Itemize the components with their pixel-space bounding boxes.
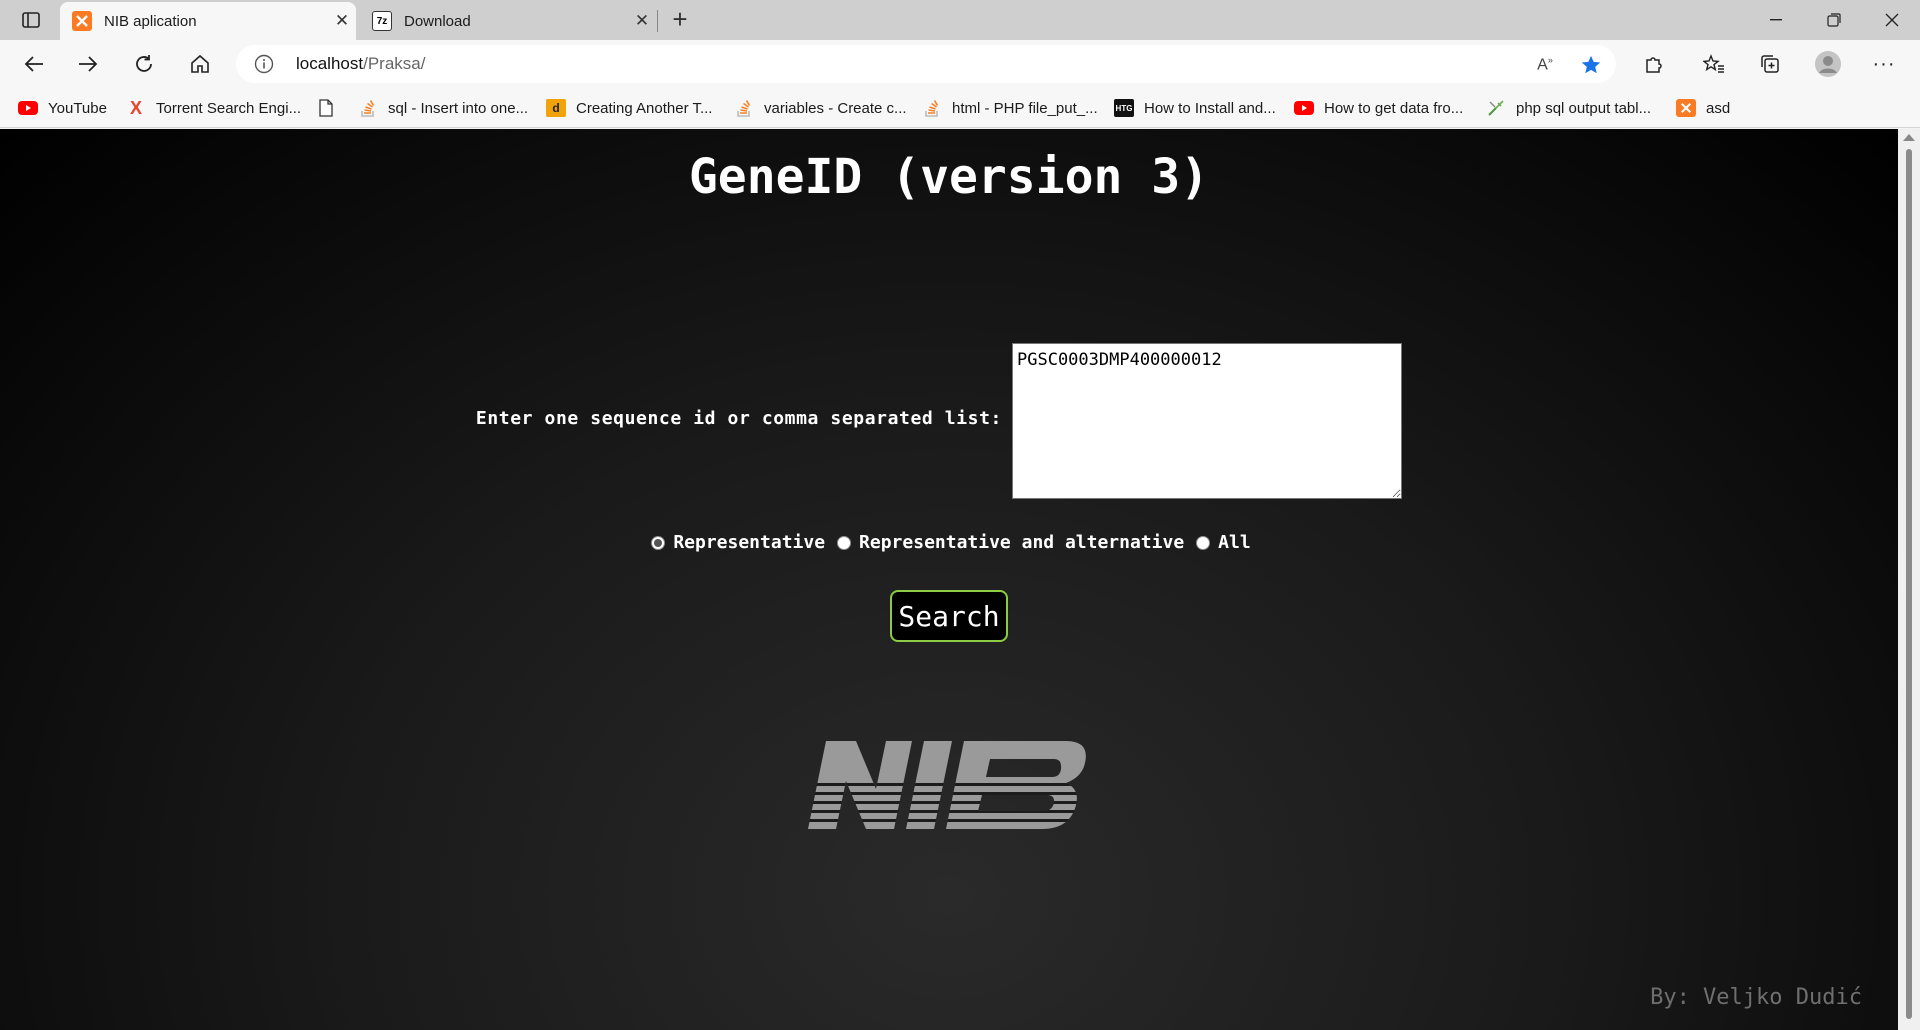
tool-icon [1486, 99, 1506, 117]
address-bar[interactable]: localhost/Praksa/ A» [236, 45, 1616, 83]
radio-representative-and-alternative[interactable] [837, 535, 852, 550]
d-icon: d [546, 99, 566, 117]
xampp-icon [72, 11, 92, 31]
forward-arrow-icon [79, 56, 98, 72]
extensions-button[interactable] [1636, 46, 1672, 82]
url-text[interactable]: localhost/Praksa/ [296, 54, 425, 74]
scroll-up-arrow-icon[interactable] [1903, 134, 1915, 141]
restore-icon [1827, 13, 1841, 27]
tab-separator [657, 10, 658, 32]
torrent-x-icon: X [129, 97, 142, 118]
favorites-button[interactable] [1696, 46, 1732, 82]
radio-label-representative: Representative [673, 532, 826, 553]
browser-toolbar: localhost/Praksa/ A» ··· [0, 40, 1920, 88]
xampp-icon [1676, 99, 1696, 117]
nib-logo [808, 741, 1086, 829]
back-button[interactable] [16, 46, 52, 82]
bookmark-creating-another[interactable]: d Creating Another T... [546, 96, 712, 120]
youtube-icon [1294, 99, 1314, 117]
bookmark-sql-insert[interactable]: sql - Insert into one... [358, 96, 528, 120]
restore-button[interactable] [1806, 0, 1862, 40]
tab-nib-aplication[interactable]: NIB aplication ✕ [60, 2, 356, 40]
collections-icon [1761, 55, 1779, 73]
collections-button[interactable] [1752, 46, 1788, 82]
tab-download[interactable]: 7z Download ✕ [360, 2, 656, 40]
home-button[interactable] [182, 46, 218, 82]
profile-button[interactable] [1810, 46, 1846, 82]
tab-actions-button[interactable] [14, 8, 48, 32]
htg-icon: HTG [1114, 99, 1134, 117]
radio-representative[interactable] [651, 535, 666, 550]
stackoverflow-icon [734, 99, 754, 117]
bookmark-torrent[interactable]: X Torrent Search Engi... [126, 96, 301, 120]
read-aloud-icon[interactable]: A» [1534, 54, 1556, 76]
bookmark-variables[interactable]: variables - Create c... [734, 96, 907, 120]
transcript-filter-radio-group: Representative Representative and altern… [0, 532, 1898, 553]
tab-actions-icon [22, 12, 40, 28]
bookmark-youtube[interactable]: YouTube [18, 96, 107, 120]
title-bar: NIB aplication ✕ 7z Download ✕ + [0, 0, 1920, 40]
bookmark-how-to-install[interactable]: HTG How to Install and... [1114, 96, 1276, 120]
radio-label-representative-and-alternative: Representative and alternative [859, 532, 1185, 553]
stackoverflow-icon [358, 99, 378, 117]
reload-icon [136, 55, 152, 72]
sequence-id-label: Enter one sequence id or comma separated… [475, 408, 1002, 429]
tab-title: NIB aplication [104, 12, 197, 30]
tab-title: Download [404, 12, 471, 30]
sequence-id-input[interactable]: PGSC0003DMP400000012 [1012, 343, 1402, 499]
bookmark-page[interactable] [316, 96, 346, 120]
stackoverflow-icon [922, 99, 942, 117]
bookmark-asd[interactable]: asd [1676, 96, 1730, 120]
avatar-icon [1815, 51, 1841, 77]
youtube-icon [18, 99, 38, 117]
close-tab-icon[interactable]: ✕ [328, 11, 356, 31]
bookmark-how-to-get-data[interactable]: How to get data fro... [1294, 96, 1463, 120]
radio-label-all: All [1218, 532, 1251, 553]
scrollbar-thumb[interactable] [1906, 149, 1912, 1019]
search-button[interactable]: Search [890, 590, 1008, 642]
page-icon [316, 99, 336, 117]
close-icon [1885, 13, 1899, 27]
favorites-list-icon [1703, 54, 1724, 73]
page-viewport: GeneID (version 3) Enter one sequence id… [0, 129, 1898, 1030]
page-title: GeneID (version 3) [688, 149, 1210, 205]
favorite-star-icon[interactable] [1580, 54, 1602, 76]
page-scrollbar[interactable] [1898, 129, 1920, 1030]
minimize-button[interactable] [1748, 0, 1804, 40]
minimize-icon [1770, 19, 1782, 21]
bookmark-php-sql-output[interactable]: php sql output tabl... [1486, 96, 1651, 120]
radio-all[interactable] [1196, 535, 1211, 550]
author-byline: By: Veljko Dudić [1650, 985, 1862, 1010]
settings-more-button[interactable]: ··· [1866, 46, 1902, 82]
back-arrow-icon [24, 56, 43, 72]
forward-button[interactable] [70, 46, 106, 82]
reload-button[interactable] [126, 46, 162, 82]
close-window-button[interactable] [1864, 0, 1920, 40]
close-tab-icon[interactable]: ✕ [628, 11, 656, 31]
bookmark-php-file-put[interactable]: html - PHP file_put_... [922, 96, 1098, 120]
7zip-icon: 7z [372, 11, 392, 31]
new-tab-button[interactable]: + [664, 5, 696, 35]
home-icon [191, 54, 209, 73]
puzzle-icon [1646, 57, 1662, 73]
site-info-icon[interactable] [254, 54, 274, 74]
more-icon: ··· [1872, 52, 1896, 75]
bookmarks-bar: YouTube X Torrent Search Engi... sql - I… [0, 88, 1920, 128]
